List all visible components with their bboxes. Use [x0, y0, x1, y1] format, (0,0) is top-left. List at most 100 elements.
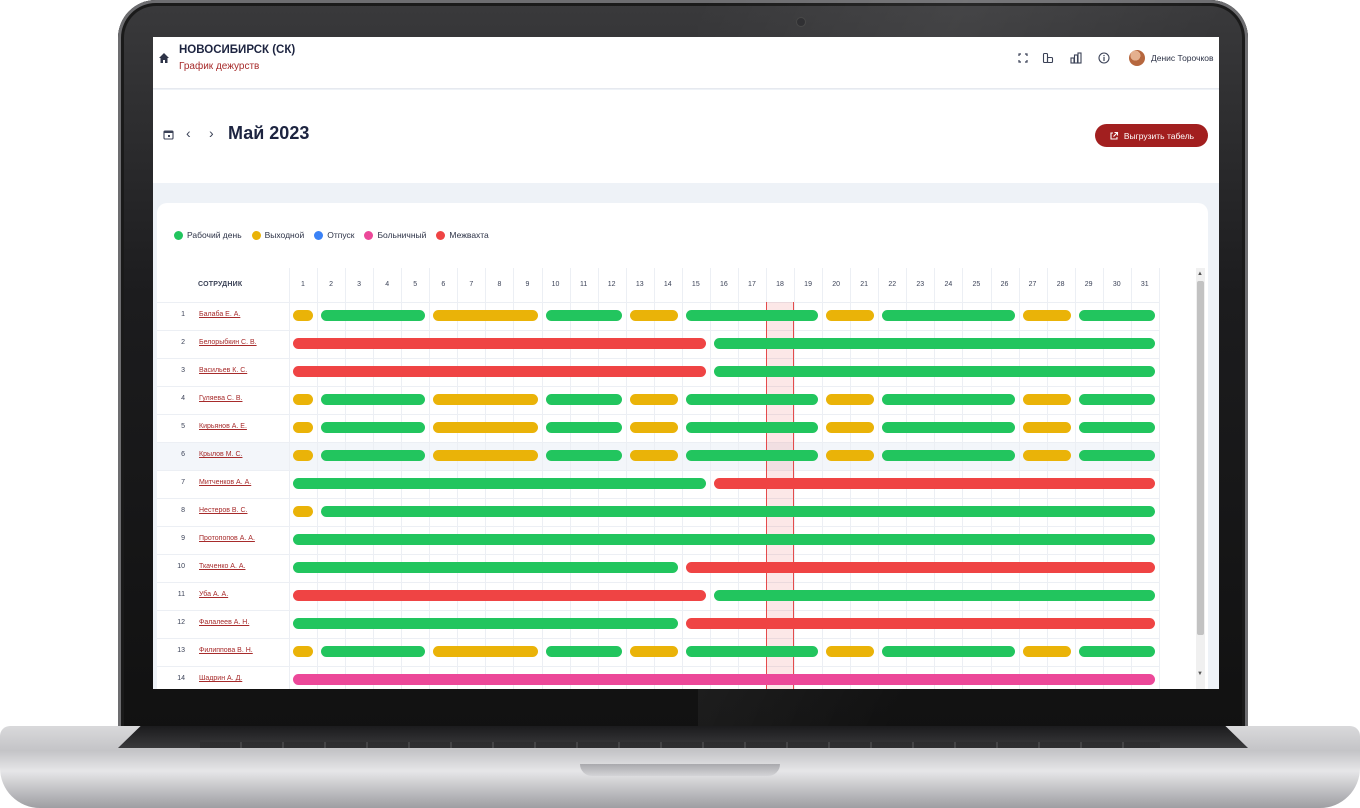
shift-bar[interactable]: [545, 310, 622, 321]
next-month-button[interactable]: ›: [209, 125, 214, 141]
shift-bar[interactable]: [293, 618, 678, 629]
shift-bar[interactable]: [882, 310, 1015, 321]
employee-name-link[interactable]: Кирьянов А. Е.: [199, 423, 247, 430]
shift-bar[interactable]: [545, 450, 622, 461]
shift-bar[interactable]: [321, 646, 426, 657]
shift-bar[interactable]: [1078, 646, 1155, 657]
shift-bar[interactable]: [685, 618, 1155, 629]
shift-bar[interactable]: [293, 478, 706, 489]
shift-bar[interactable]: [293, 366, 706, 377]
shift-bar[interactable]: [433, 646, 538, 657]
shift-bar[interactable]: [826, 394, 875, 405]
shift-bar[interactable]: [1078, 310, 1155, 321]
employee-name-link[interactable]: Филиппова В. Н.: [199, 647, 253, 654]
shift-bar[interactable]: [713, 478, 1155, 489]
legend: Рабочий день Выходной Отпуск Больничный …: [174, 230, 489, 240]
shift-bar[interactable]: [1078, 450, 1155, 461]
shift-bar[interactable]: [321, 450, 426, 461]
scrollbar-thumb[interactable]: [1197, 281, 1204, 635]
shift-bar[interactable]: [293, 646, 314, 657]
shift-bar[interactable]: [293, 562, 678, 573]
shift-bar[interactable]: [629, 646, 678, 657]
shift-bar[interactable]: [882, 450, 1015, 461]
shift-bar[interactable]: [321, 422, 426, 433]
employee-name-link[interactable]: Фалалеев А. Н.: [199, 619, 249, 626]
shift-bar[interactable]: [882, 422, 1015, 433]
chart-icon[interactable]: [1069, 51, 1083, 65]
shift-bar[interactable]: [685, 450, 819, 461]
employee-name-link[interactable]: Митченков А. А.: [199, 479, 251, 486]
shift-bar[interactable]: [685, 646, 819, 657]
avatar: [1129, 50, 1145, 66]
shift-bar[interactable]: [433, 422, 538, 433]
row-number: 2: [181, 339, 185, 346]
export-button[interactable]: Выгрузить табель: [1095, 124, 1208, 147]
shift-bar[interactable]: [629, 450, 678, 461]
employee-name-link[interactable]: Гуляева С. В.: [199, 395, 242, 402]
shift-bar[interactable]: [713, 590, 1155, 601]
page-title: Май 2023: [228, 123, 310, 143]
shift-bar[interactable]: [293, 590, 706, 601]
fullscreen-icon[interactable]: [1016, 51, 1030, 65]
shift-bar[interactable]: [545, 422, 622, 433]
shift-bar[interactable]: [685, 310, 819, 321]
layout-icon[interactable]: [1041, 51, 1055, 65]
shift-bar[interactable]: [629, 310, 678, 321]
shift-bar[interactable]: [826, 450, 875, 461]
employee-name-link[interactable]: Балаба Е. А.: [199, 311, 240, 318]
legend-dot-working: [174, 230, 183, 240]
employee-name-link[interactable]: Шадрин А. Д.: [199, 675, 242, 682]
shift-bar[interactable]: [685, 562, 1155, 573]
shift-bar[interactable]: [685, 394, 819, 405]
prev-month-button[interactable]: ‹: [186, 125, 191, 141]
employee-name-link[interactable]: Крылов М. С.: [199, 451, 242, 458]
shift-bar[interactable]: [293, 506, 314, 517]
shift-bar[interactable]: [629, 422, 678, 433]
day-header: 25: [972, 281, 981, 288]
employee-name-link[interactable]: Ткаченко А. А.: [199, 563, 245, 570]
shift-bar[interactable]: [293, 338, 706, 349]
shift-bar[interactable]: [882, 646, 1015, 657]
employee-name-link[interactable]: Белорыбкин С. В.: [199, 339, 257, 346]
home-icon[interactable]: [158, 52, 170, 64]
employee-name-link[interactable]: Нестеров В. С.: [199, 507, 247, 514]
shift-bar[interactable]: [1022, 394, 1071, 405]
calendar-icon[interactable]: [163, 129, 174, 140]
shift-bar[interactable]: [685, 422, 819, 433]
scroll-down-arrow[interactable]: ▼: [1197, 671, 1203, 677]
shift-bar[interactable]: [321, 506, 1155, 517]
shift-bar[interactable]: [293, 310, 314, 321]
shift-bar[interactable]: [1022, 450, 1071, 461]
shift-bar[interactable]: [629, 394, 678, 405]
shift-bar[interactable]: [1078, 394, 1155, 405]
shift-bar[interactable]: [433, 450, 538, 461]
employee-name-link[interactable]: Протопопов А. А.: [199, 535, 255, 542]
shift-bar[interactable]: [1022, 422, 1071, 433]
shift-bar[interactable]: [293, 450, 314, 461]
shift-bar[interactable]: [1022, 310, 1071, 321]
shift-bar[interactable]: [321, 310, 426, 321]
info-icon[interactable]: [1097, 51, 1111, 65]
employee-name-link[interactable]: Васильев К. С.: [199, 367, 247, 374]
shift-bar[interactable]: [321, 394, 426, 405]
shift-bar[interactable]: [826, 310, 875, 321]
shift-bar[interactable]: [826, 422, 875, 433]
shift-bar[interactable]: [713, 366, 1155, 377]
day-header: 24: [944, 281, 953, 288]
shift-bar[interactable]: [545, 646, 622, 657]
shift-bar[interactable]: [293, 422, 314, 433]
user-menu[interactable]: Денис Торочков: [1129, 49, 1214, 67]
shift-bar[interactable]: [293, 674, 1155, 685]
shift-bar[interactable]: [293, 534, 1155, 545]
shift-bar[interactable]: [1022, 646, 1071, 657]
shift-bar[interactable]: [545, 394, 622, 405]
shift-bar[interactable]: [1078, 422, 1155, 433]
scroll-up-arrow[interactable]: ▲: [1197, 271, 1203, 277]
shift-bar[interactable]: [713, 338, 1155, 349]
shift-bar[interactable]: [882, 394, 1015, 405]
shift-bar[interactable]: [433, 310, 538, 321]
shift-bar[interactable]: [433, 394, 538, 405]
shift-bar[interactable]: [293, 394, 314, 405]
shift-bar[interactable]: [826, 646, 875, 657]
employee-name-link[interactable]: Уба А. А.: [199, 591, 228, 598]
